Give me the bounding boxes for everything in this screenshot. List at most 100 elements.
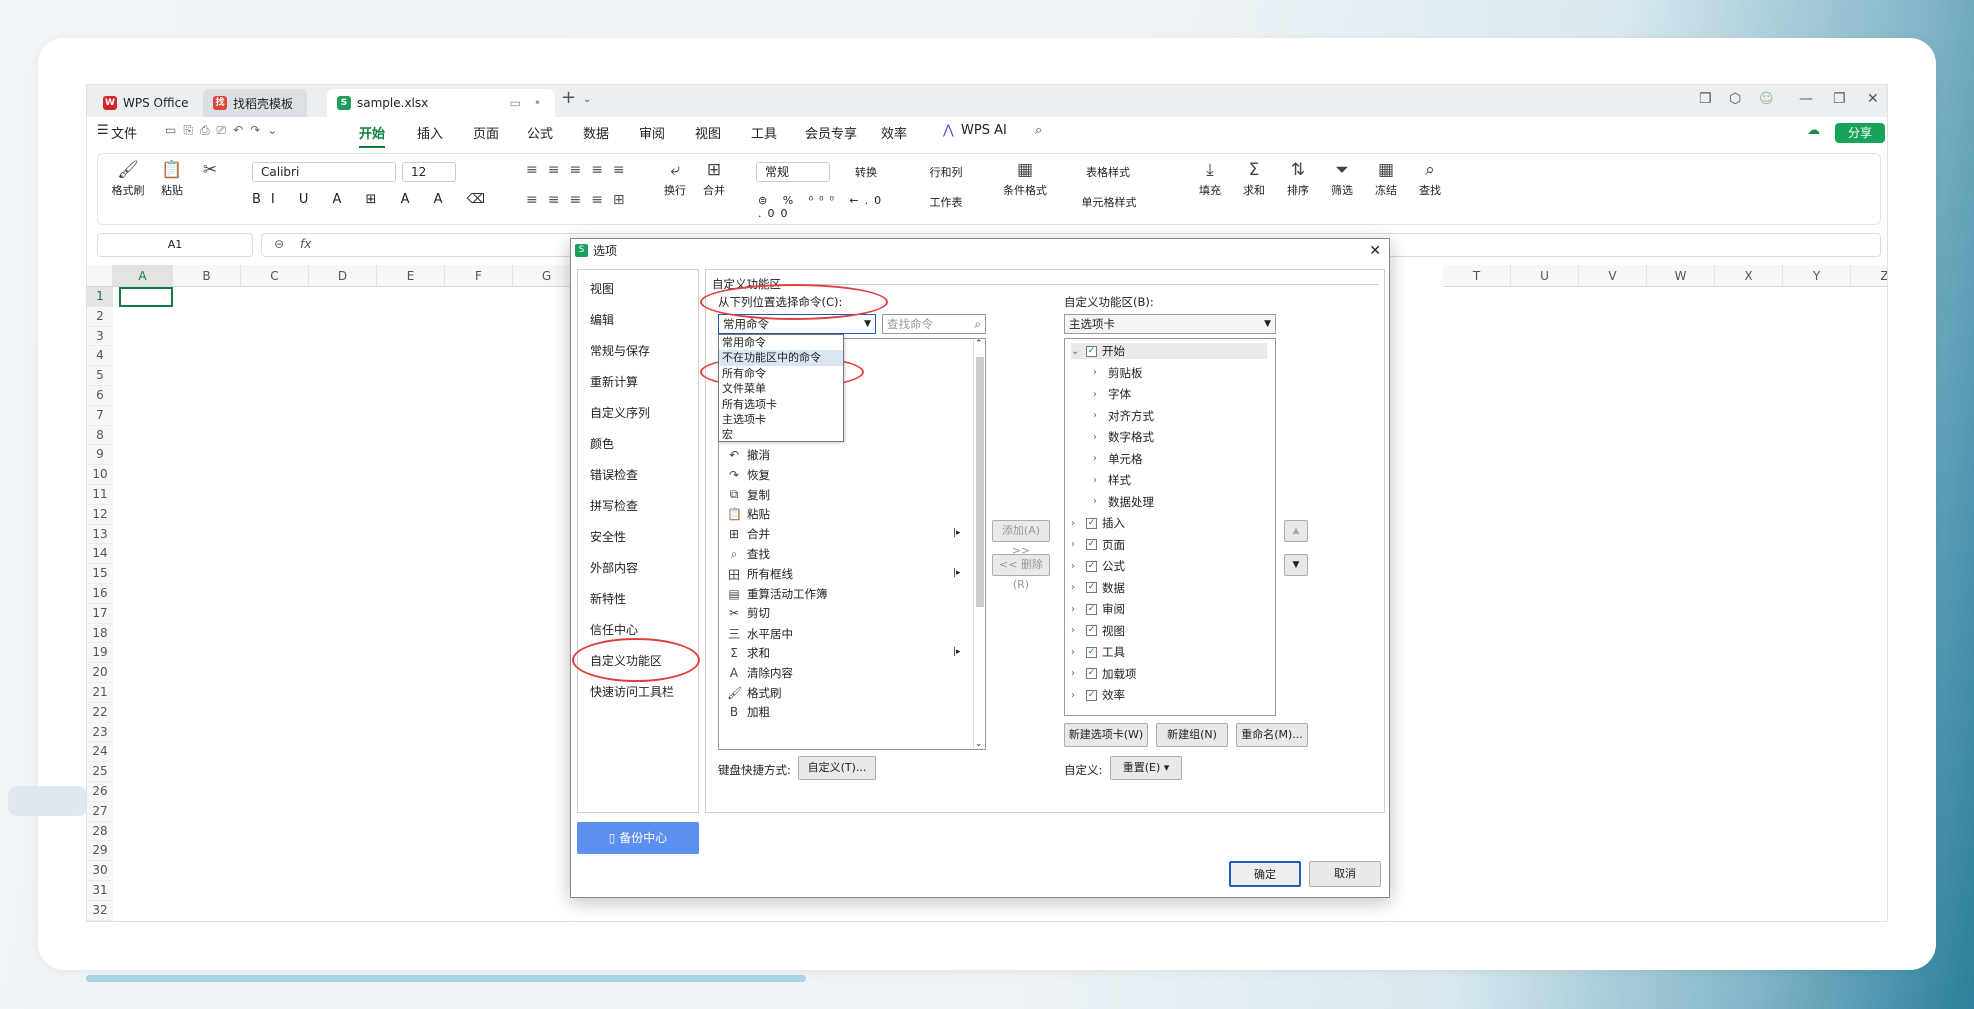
chevron-right-icon[interactable]: › [1071, 539, 1081, 550]
column-header[interactable]: D [309, 265, 377, 287]
tree-item[interactable]: › ✓ 工具 [1071, 644, 1125, 660]
command-item[interactable]: Σ 求和 [727, 645, 770, 661]
new-tab-button[interactable]: 新建选项卡(W) [1064, 723, 1148, 747]
tree-item[interactable]: › ✓ 公式 [1071, 558, 1125, 574]
freeze-button[interactable]: ▦ 冻结 [1368, 160, 1404, 198]
convert-button[interactable]: 转换 [838, 164, 894, 180]
nav-item-recalc[interactable]: 重新计算 [590, 373, 638, 390]
row-header[interactable]: 27 [87, 801, 113, 822]
row-header[interactable]: 18 [87, 623, 113, 644]
remove-button[interactable]: << 删除(R) [992, 554, 1050, 591]
chevron-right-icon[interactable]: › [1071, 647, 1081, 658]
checkbox[interactable]: ✓ [1086, 625, 1097, 636]
dropdown-option[interactable]: 主选项卡 [719, 412, 843, 428]
row-header[interactable]: 23 [87, 722, 113, 743]
chevron-right-icon[interactable]: › [1093, 475, 1103, 486]
row-header[interactable]: 4 [87, 346, 113, 367]
checkbox[interactable]: ✓ [1086, 345, 1097, 357]
merge-button[interactable]: ⊞ 合并 [696, 160, 732, 198]
number-format-select[interactable]: 常规 [756, 162, 830, 182]
checkbox[interactable]: ✓ [1086, 517, 1097, 529]
row-header[interactable]: 30 [87, 861, 113, 881]
ribbon-tree[interactable]: ⌄ ✓ 开始 › 剪贴板 › 字体 › 对齐方式 › 数字格式 › 单元格 › 样式 › 数据处理 › ✓ 插入 › ✓ 页… [1064, 338, 1276, 716]
row-header[interactable]: 31 [87, 881, 113, 901]
font-style-buttons[interactable]: BI U A ⊞ A A ⌫ [252, 192, 502, 207]
row-header[interactable]: 16 [87, 584, 113, 604]
share-button[interactable]: 分享 [1835, 123, 1885, 143]
fx-icon[interactable]: fx [300, 237, 311, 251]
command-item[interactable]: 📋 粘贴 [727, 506, 770, 522]
command-item[interactable]: 🖌 格式刷 [727, 685, 782, 701]
column-header[interactable]: A [113, 265, 173, 287]
column-header[interactable]: Z [1851, 265, 1887, 287]
row-col-button[interactable]: 行和列 [916, 164, 976, 180]
command-item[interactable]: 三水平居中 [727, 625, 793, 642]
tab-template[interactable]: 找找稻壳模板 [203, 89, 307, 117]
tab-member[interactable]: 会员专享 [805, 123, 857, 142]
tree-item[interactable]: › 数据处理 [1093, 494, 1154, 510]
column-header[interactable]: E [377, 265, 445, 287]
tab-data[interactable]: 数据 [583, 123, 609, 142]
tab-sample[interactable]: Ssample.xlsx ▭ • [327, 89, 555, 117]
tree-item[interactable]: › ✓ 效率 [1071, 687, 1125, 703]
chevron-down-icon[interactable]: ⌄ [583, 94, 591, 105]
cancel-button[interactable]: 取消 [1309, 861, 1381, 887]
row-header[interactable]: 17 [87, 603, 113, 624]
window-list-icon[interactable]: ❐ [1699, 91, 1712, 107]
tab-wps-ai[interactable]: WPS AI [961, 123, 1007, 138]
menu-icon[interactable]: ☰ [97, 123, 109, 138]
row-header[interactable]: 3 [87, 326, 113, 347]
checkbox[interactable]: ✓ [1086, 689, 1097, 701]
nav-item-general[interactable]: 常规与保存 [590, 342, 650, 359]
tree-item[interactable]: › ✓ 页面 [1071, 537, 1125, 553]
chevron-right-icon[interactable]: › [1071, 690, 1081, 701]
nav-item-spell-check[interactable]: 拼写检查 [590, 497, 638, 514]
tab-page[interactable]: 页面 [473, 123, 499, 142]
row-header[interactable]: 7 [87, 405, 113, 426]
cube-icon[interactable]: ⬡ [1729, 91, 1741, 107]
column-header[interactable]: F [445, 265, 513, 287]
row-header[interactable]: 20 [87, 663, 113, 683]
close-icon[interactable]: ✕ [1867, 91, 1879, 107]
active-cell[interactable] [119, 287, 173, 307]
command-item[interactable]: 田所有框线 [727, 566, 793, 583]
nav-item-edit[interactable]: 编辑 [590, 311, 614, 328]
row-header[interactable]: 15 [87, 564, 113, 584]
scroll-up-icon[interactable]: ⌃ [975, 339, 983, 349]
align-buttons-2[interactable]: ≡≡≡≡⊞ [526, 192, 646, 208]
column-header[interactable]: V [1579, 265, 1647, 287]
row-header[interactable]: 2 [87, 306, 113, 327]
row-header[interactable]: 8 [87, 425, 113, 446]
tree-item[interactable]: › 剪贴板 [1093, 365, 1143, 381]
row-header[interactable]: 5 [87, 366, 113, 386]
dropdown-option[interactable]: 宏 [719, 427, 843, 443]
move-down-button[interactable]: ▼ [1284, 554, 1308, 576]
nav-item-trust-center[interactable]: 信任中心 [590, 621, 638, 638]
select-all-corner[interactable] [87, 265, 113, 287]
nav-item-color[interactable]: 颜色 [590, 435, 614, 452]
chevron-right-icon[interactable]: › [1071, 604, 1081, 615]
tree-item[interactable]: › ✓ 数据 [1071, 580, 1125, 596]
row-header[interactable]: 9 [87, 445, 113, 466]
close-icon[interactable]: ✕ [1369, 239, 1381, 263]
row-header[interactable]: 6 [87, 386, 113, 406]
command-item[interactable]: ⌕ 查找 [727, 546, 770, 562]
checkbox[interactable]: ✓ [1086, 668, 1097, 679]
search-icon[interactable]: ⌕ [1035, 123, 1042, 138]
command-item[interactable]: ✂ 剪切 [727, 605, 770, 621]
filter-button[interactable]: ⏷ 筛选 [1324, 160, 1360, 198]
chevron-down-icon[interactable]: ⌄ [1071, 346, 1081, 357]
checkbox[interactable]: ✓ [1086, 582, 1097, 593]
number-buttons[interactable]: ⊜ % ⁰⁰⁰ ←.0 .00 [758, 194, 888, 220]
row-header[interactable]: 29 [87, 841, 113, 862]
tab-formula[interactable]: 公式 [527, 123, 553, 142]
backup-center-button[interactable]: ▯ 备份中心 [577, 822, 699, 854]
ribbon-tabs-select[interactable]: 主选项卡 ▼ [1064, 314, 1276, 334]
customize-shortcut-button[interactable]: 自定义(T)... [798, 756, 876, 780]
dropdown-option[interactable]: 常用命令 [719, 335, 843, 351]
reset-button[interactable]: 重置(E) ▾ [1110, 756, 1182, 780]
row-header[interactable]: 21 [87, 683, 113, 703]
tree-item[interactable]: › 样式 [1093, 472, 1131, 488]
tab-review[interactable]: 审阅 [639, 123, 665, 142]
wrap-button[interactable]: ⤶ 换行 [660, 160, 690, 198]
